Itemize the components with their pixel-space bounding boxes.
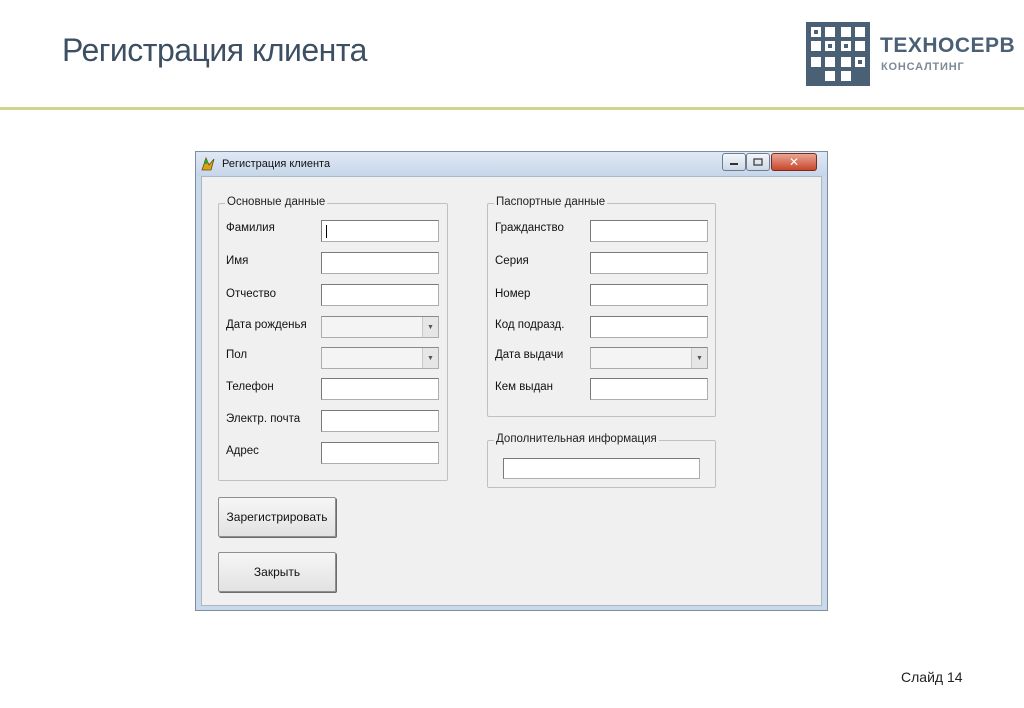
chevron-down-icon[interactable]: ▼ bbox=[691, 348, 707, 368]
window-title: Регистрация клиента bbox=[222, 158, 331, 170]
number-input[interactable] bbox=[590, 284, 708, 306]
birth-date-picker[interactable]: ▼ bbox=[321, 316, 439, 338]
division-code-label: Код подразд. bbox=[495, 319, 565, 331]
maximize-icon bbox=[753, 158, 763, 166]
chevron-down-icon[interactable]: ▼ bbox=[422, 348, 438, 368]
citizenship-label: Гражданство bbox=[495, 222, 564, 234]
citizenship-input[interactable] bbox=[590, 220, 708, 242]
maximize-button[interactable] bbox=[746, 153, 770, 171]
additional-info-legend: Дополнительная информация bbox=[494, 433, 659, 445]
logo-text-secondary: КОНСАЛТИНГ bbox=[881, 61, 965, 73]
app-window: Регистрация клиента ✕ Основные данные Фа… bbox=[195, 151, 828, 611]
patronymic-label: Отчество bbox=[226, 288, 276, 300]
issue-date-label: Дата выдачи bbox=[495, 349, 564, 361]
text-caret bbox=[326, 225, 327, 238]
last-name-input[interactable] bbox=[321, 220, 439, 242]
email-input[interactable] bbox=[321, 410, 439, 432]
gender-label: Пол bbox=[226, 349, 248, 361]
close-icon: ✕ bbox=[788, 155, 800, 169]
phone-input[interactable] bbox=[321, 378, 439, 400]
chevron-down-icon[interactable]: ▼ bbox=[422, 317, 438, 337]
birth-date-label: Дата рожденья bbox=[226, 319, 307, 331]
issued-by-input[interactable] bbox=[590, 378, 708, 400]
slide-title: Регистрация клиента bbox=[62, 32, 367, 68]
number-label: Номер bbox=[495, 288, 531, 300]
issued-by-label: Кем выдан bbox=[495, 381, 554, 393]
patronymic-input[interactable] bbox=[321, 284, 439, 306]
slide-number: Слайд 14 bbox=[901, 669, 963, 685]
minimize-icon bbox=[730, 163, 738, 165]
window-client-area: Основные данные Фамилия Имя Отчество Дат… bbox=[201, 176, 822, 606]
passport-data-legend: Паспортные данные bbox=[494, 196, 608, 208]
header-divider bbox=[0, 107, 1024, 110]
logo-grid-icon bbox=[806, 22, 870, 86]
basic-data-group: Основные данные bbox=[218, 196, 448, 481]
gender-select[interactable]: ▼ bbox=[321, 347, 439, 369]
close-button[interactable]: Закрыть bbox=[218, 552, 336, 592]
register-button[interactable]: Зарегистрировать bbox=[218, 497, 336, 537]
close-window-button[interactable]: ✕ bbox=[771, 153, 817, 171]
logo-text-primary: ТЕХНОСЕРВ bbox=[880, 34, 1016, 57]
additional-info-input[interactable] bbox=[503, 458, 700, 479]
minimize-button[interactable] bbox=[722, 153, 746, 171]
phone-label: Телефон bbox=[226, 381, 274, 393]
company-logo: ТЕХНОСЕРВ КОНСАЛТИНГ bbox=[806, 22, 1015, 88]
address-input[interactable] bbox=[321, 442, 439, 464]
email-label: Электр. почта bbox=[226, 413, 301, 425]
basic-data-legend: Основные данные bbox=[225, 196, 328, 208]
series-label: Серия bbox=[495, 255, 529, 267]
issue-date-picker[interactable]: ▼ bbox=[590, 347, 708, 369]
series-input[interactable] bbox=[590, 252, 708, 274]
window-titlebar[interactable]: Регистрация клиента ✕ bbox=[196, 152, 827, 176]
app-icon bbox=[201, 156, 215, 171]
address-label: Адрес bbox=[226, 445, 259, 457]
first-name-input[interactable] bbox=[321, 252, 439, 274]
last-name-label: Фамилия bbox=[226, 222, 275, 234]
first-name-label: Имя bbox=[226, 255, 249, 267]
division-code-input[interactable] bbox=[590, 316, 708, 338]
